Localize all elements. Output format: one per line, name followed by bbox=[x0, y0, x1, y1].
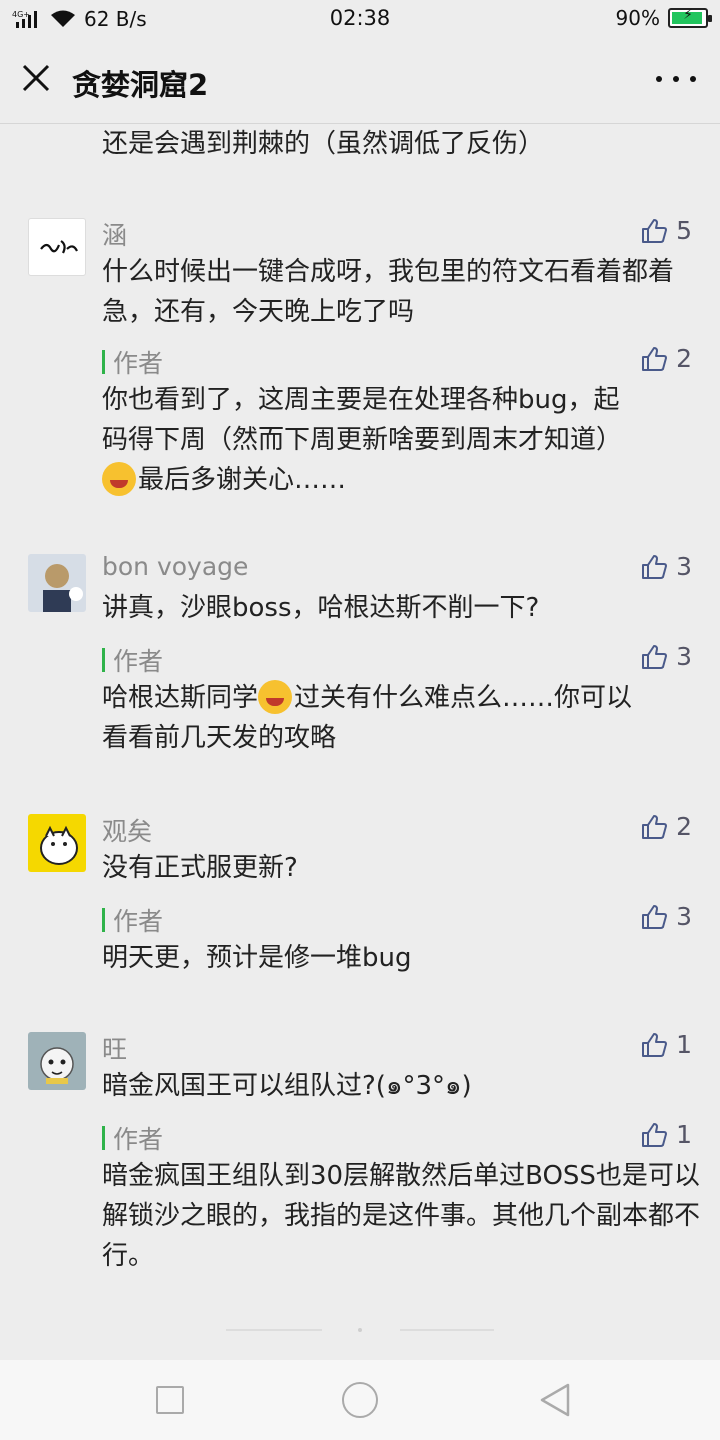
reply-line: 码得下周（然而下周更新啥要到周末才知道） bbox=[102, 425, 623, 455]
status-bar: 4G+ 62 B/s 02:38 90% ⚡ bbox=[0, 0, 720, 36]
avatar[interactable] bbox=[28, 554, 86, 612]
reply-text: 你也看到了，这周主要是在处理各种bug，起 码得下周（然而下周更新啥要到周末才知… bbox=[102, 380, 702, 500]
reply-like-button[interactable]: 1 bbox=[640, 1120, 692, 1149]
thumbs-up-icon bbox=[642, 1032, 668, 1057]
author-reply-label: 作者 bbox=[102, 344, 163, 380]
reply-author: 作者 bbox=[113, 1125, 164, 1154]
avatar[interactable] bbox=[28, 814, 86, 872]
close-icon bbox=[22, 64, 50, 92]
battery-icon: ⚡ bbox=[668, 7, 712, 28]
anime-character-avatar-icon bbox=[28, 554, 86, 612]
like-count: 3 bbox=[676, 642, 692, 671]
thumbs-up-icon bbox=[642, 814, 668, 839]
status-right: 90% ⚡ bbox=[615, 6, 712, 30]
like-button[interactable]: 2 bbox=[640, 812, 692, 841]
reply-text: 暗金疯国王组队到30层解散然后单过BOSS也是可以解锁沙之眼的，我指的是这件事。… bbox=[102, 1161, 701, 1271]
more-dot-icon bbox=[690, 76, 696, 82]
like-count: 3 bbox=[676, 552, 692, 581]
partial-reply-text: 还是会遇到荆棘的（虽然调低了反伤） bbox=[102, 129, 545, 159]
avatar[interactable] bbox=[28, 218, 86, 276]
crying-laughing-emoji-icon bbox=[102, 462, 136, 496]
more-button[interactable] bbox=[656, 64, 696, 94]
like-count: 2 bbox=[676, 344, 692, 373]
recent-apps-button[interactable] bbox=[156, 1386, 184, 1414]
clock: 02:38 bbox=[329, 6, 391, 30]
author-marker bbox=[102, 648, 105, 672]
reply-like-button[interactable]: 3 bbox=[640, 902, 692, 931]
more-dot-icon bbox=[656, 76, 662, 82]
author-marker bbox=[102, 908, 105, 932]
author-marker bbox=[102, 1126, 105, 1150]
like-count: 2 bbox=[676, 812, 692, 841]
thumbs-up-icon bbox=[642, 1122, 668, 1147]
thumbs-up-icon bbox=[642, 346, 668, 371]
like-button[interactable]: 1 bbox=[640, 1030, 692, 1059]
back-button[interactable] bbox=[538, 1382, 572, 1418]
author-marker bbox=[102, 350, 105, 374]
comment-text: 什么时候出一键合成呀，我包里的符文石看着都着急，还有，今天晚上吃了吗 bbox=[102, 257, 675, 327]
battery-percent: 90% bbox=[615, 6, 660, 30]
author-reply-label: 作者 bbox=[102, 642, 163, 678]
reply-line: 哈根达斯同学 过关有什么难点么……你可以 bbox=[102, 678, 702, 718]
author-reply-label: 作者 bbox=[102, 902, 163, 938]
reply-line: 你也看到了，这周主要是在处理各种bug，起 bbox=[102, 385, 620, 415]
more-dot-icon bbox=[673, 76, 679, 82]
like-count: 5 bbox=[676, 216, 692, 245]
home-button[interactable] bbox=[342, 1382, 378, 1418]
reply-author: 作者 bbox=[113, 907, 164, 936]
author-name: bon voyage bbox=[102, 552, 249, 581]
author-name: 旺 bbox=[102, 1035, 128, 1064]
crying-laughing-emoji-icon bbox=[258, 680, 293, 714]
end-of-list-divider bbox=[226, 1328, 494, 1332]
header-bar: 贪婪洞窟2 bbox=[0, 36, 720, 124]
comment-text: 讲真，沙眼boss，哈根达斯不削一下? bbox=[102, 593, 540, 623]
reply-text: 明天更，预计是修一堆bug bbox=[102, 943, 412, 973]
thumbs-up-icon bbox=[642, 218, 668, 243]
reply-author: 作者 bbox=[113, 349, 164, 378]
reply-like-button[interactable]: 3 bbox=[640, 642, 692, 671]
cat-photo-avatar-icon bbox=[28, 1032, 86, 1090]
thumbs-up-icon bbox=[642, 904, 668, 929]
reply-text: 哈根达斯同学 过关有什么难点么……你可以 看看前几天发的攻略 bbox=[102, 678, 702, 758]
cat-cartoon-avatar-icon bbox=[28, 814, 86, 872]
page-title: 贪婪洞窟2 bbox=[72, 68, 209, 102]
thumbs-up-icon bbox=[642, 554, 668, 579]
like-button[interactable]: 3 bbox=[640, 552, 692, 581]
reply-like-button[interactable]: 2 bbox=[640, 344, 692, 373]
reply-line: 最后多谢关心…… bbox=[102, 460, 702, 500]
comment-text: 暗金风国王可以组队过?(๑°3°๑) bbox=[102, 1071, 472, 1101]
reply-line: 看看前几天发的攻略 bbox=[102, 723, 337, 753]
reply-author: 作者 bbox=[113, 647, 164, 676]
avatar[interactable] bbox=[28, 1032, 86, 1090]
like-count: 3 bbox=[676, 902, 692, 931]
calligraphy-avatar-icon bbox=[40, 240, 78, 254]
comment-text: 没有正式服更新? bbox=[102, 853, 298, 883]
like-button[interactable]: 5 bbox=[640, 216, 692, 245]
author-name: 观矣 bbox=[102, 817, 153, 846]
author-name: 涵 bbox=[102, 221, 128, 250]
like-count: 1 bbox=[676, 1030, 692, 1059]
author-reply-label: 作者 bbox=[102, 1120, 163, 1156]
system-nav-bar bbox=[0, 1360, 720, 1440]
comments-list[interactable]: 还是会遇到荆棘的（虽然调低了反伤） 涵 5 什么时候出一键合成呀，我包里的符文石… bbox=[0, 124, 720, 1360]
close-button[interactable] bbox=[18, 60, 54, 96]
thumbs-up-icon bbox=[642, 644, 668, 669]
like-count: 1 bbox=[676, 1120, 692, 1149]
